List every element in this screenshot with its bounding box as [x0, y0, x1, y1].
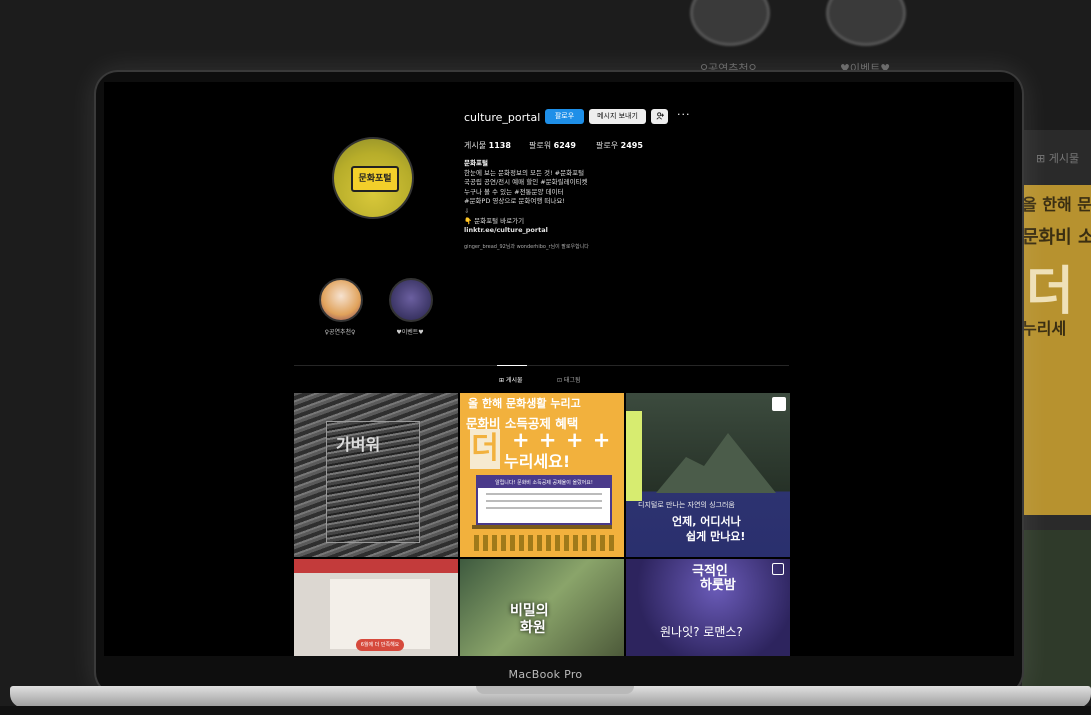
post-info-box: 알립니다! 문화비 소득공제 공제율이 올랐어요! [476, 475, 612, 525]
highlight-event[interactable] [389, 278, 433, 322]
profile-bio: 문화포털 한눈에 보는 문화정보의 모든 것! #문화포털 국공립 공연/전시 … [464, 159, 588, 236]
stat-value: 1138 [488, 141, 511, 150]
post-skyline [474, 535, 614, 551]
profile-username: culture_portal [464, 111, 541, 124]
post-text: 더 [470, 429, 500, 469]
post-text: 화원 [520, 620, 546, 636]
stat-following[interactable]: 팔로우 2495 [596, 140, 643, 151]
followed-by-text[interactable]: ginger_bread_92님과 wonderhibo_r님이 팔로우합니다 [464, 243, 589, 250]
post-text: 디지털로 만나는 자연의 싱그러움 [638, 501, 735, 509]
background-tab-label: ⊞ 게시물 [1036, 152, 1080, 165]
bio-line: 한눈에 보는 문화정보의 모든 것! #문화포털 [464, 168, 585, 177]
stat-posts: 게시물 1138 [464, 140, 511, 151]
post-side-strip [626, 411, 642, 501]
post-subtitle: 원나잇? 로맨스? [660, 625, 743, 639]
highlight-label: ♥이벤트♥ [396, 329, 424, 336]
post-text: 올 한해 문화생활 누리고 [468, 397, 581, 410]
bio-line: #문화PD 영상으로 문화여행 떠나요! [464, 197, 565, 206]
post-text: 언제, 어디서나 [672, 515, 741, 528]
post-text: 하룻밤 [700, 578, 736, 593]
post-title: 비밀의 화원 [510, 603, 549, 637]
background-poster-line: 누리세 [1022, 319, 1067, 338]
background-poster: 올 한해 문 문화비 소 더 누리세 [1022, 185, 1091, 515]
post-footer-bar [472, 525, 612, 529]
post-pill: 6월에 더 만족해요 [356, 639, 404, 651]
background-poster-line: 더 [1026, 262, 1074, 322]
stat-value: 6249 [553, 141, 576, 150]
post-title: 극적인 하룻밤 [692, 565, 736, 593]
post-text: 극적인 [692, 564, 728, 579]
post-text: 비밀의 [510, 603, 549, 619]
bio-line: 국공립 공연/전시 예매 할인 #문화릴레이티켓 [464, 178, 588, 187]
background-page-panel: ⊞ 게시물 올 한해 문 문화비 소 더 누리세 [1022, 130, 1091, 690]
stat-label: 팔로워 [529, 141, 552, 150]
background-lower-tile [1022, 530, 1091, 690]
post-title: 가벼워 [336, 435, 381, 454]
profile-avatar[interactable]: 문화포털 [332, 137, 414, 219]
post-box-header: 알립니다! 문화비 소득공제 공제율이 올랐어요! [478, 477, 610, 488]
highlight-performance[interactable] [319, 278, 363, 322]
background-highlight-circle [690, 0, 770, 46]
laptop-shadow [0, 706, 1091, 715]
message-button[interactable]: 메시지 보내기 [589, 109, 646, 124]
laptop-model-label: MacBook Pro [508, 668, 583, 681]
post-tile[interactable]: 올 한해 문화생활 누리고 문화비 소득공제 혜택 + + + + 더 누리세요… [460, 393, 624, 557]
suggest-person-button[interactable] [651, 109, 668, 124]
post-text: 누리세요! [504, 452, 571, 471]
background-poster-line: 올 한해 문 [1022, 195, 1091, 214]
carousel-icon [772, 563, 784, 575]
highlight-label: ♀공연추천♀ [324, 329, 356, 336]
stat-label: 게시물 [464, 141, 487, 150]
bio-line: 누구나 볼 수 있는 #전통문양 데이터 [464, 187, 564, 196]
post-tile[interactable]: 극적인 하룻밤 원나잇? 로맨스? [626, 559, 790, 656]
avatar-logo: 문화포털 [351, 166, 399, 192]
active-tab-indicator [497, 365, 527, 366]
person-add-icon [655, 112, 664, 120]
follow-button[interactable]: 팔로우 [545, 109, 584, 124]
more-options-icon[interactable]: ··· [677, 108, 691, 121]
post-tile[interactable]: 가벼워 [294, 393, 458, 557]
post-mountain-image [656, 433, 776, 493]
post-tile[interactable]: 디지털로 만나는 자연의 싱그러움 언제, 어디서나 쉽게 만나요! [626, 393, 790, 557]
post-tile[interactable]: 비밀의 화원 [460, 559, 624, 656]
bio-shortcut: 👇 문화포털 바로가기 [464, 216, 525, 225]
laptop-notch [476, 686, 634, 694]
bio-arrow: ⇓ [464, 206, 470, 215]
bio-name: 문화포털 [464, 159, 488, 167]
stat-label: 팔로우 [596, 141, 619, 150]
stat-value: 2495 [620, 141, 643, 150]
post-text: 쉽게 만나요! [686, 530, 746, 543]
tab-posts[interactable]: ⊞ 게시물 [499, 375, 523, 384]
profile-link[interactable]: linktr.ee/culture_portal [464, 226, 588, 236]
background-highlight-circle [826, 0, 906, 46]
tab-tagged[interactable]: ⊡ 태그됨 [557, 375, 581, 384]
stat-followers[interactable]: 팔로워 6249 [529, 140, 576, 151]
background-poster-line: 문화비 소 [1022, 227, 1091, 248]
tabs-divider [294, 365, 789, 366]
post-logo [772, 397, 786, 411]
post-tile[interactable]: 6월에 더 만족해요 [294, 559, 458, 656]
post-header-bar [294, 559, 458, 573]
